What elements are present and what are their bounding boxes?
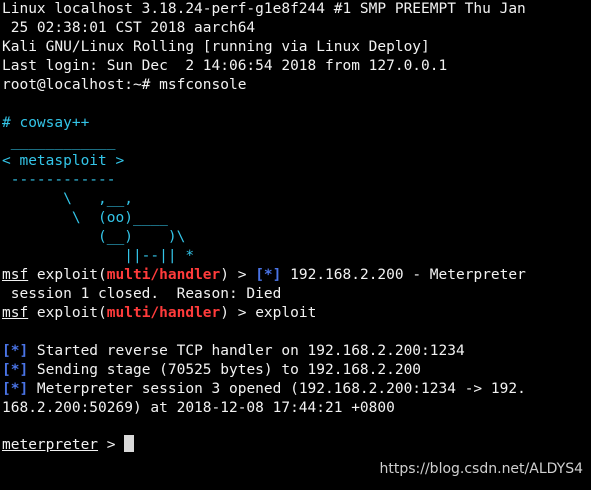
cowsay-line: ------------ — [2, 172, 116, 188]
terminal-command-line: root@localhost:~# msfconsole — [2, 77, 247, 93]
prompt-symbol: > — [98, 437, 125, 453]
cowsay-line: ____________ — [2, 134, 116, 150]
module-name: multi/handler — [106, 305, 221, 321]
output-text: Sending stage (70525 bytes) to 192.168.2… — [28, 362, 422, 378]
terminal-line: Kali GNU/Linux Rolling [running via Linu… — [2, 39, 430, 55]
status-marker: [*] — [2, 362, 29, 378]
prompt-arrow: ) > — [220, 267, 256, 283]
watermark: https://blog.csdn.net/ALDYS4 — [379, 461, 584, 477]
cowsay-line: \ (oo)____ — [2, 210, 168, 226]
exploit-label: exploit( — [28, 267, 107, 283]
cursor-block[interactable] — [124, 435, 135, 452]
meterpreter-label: meterpreter — [2, 437, 99, 453]
module-name: multi/handler — [106, 267, 221, 283]
status-marker: [*] — [2, 343, 29, 359]
cowsay-line: < metasploit > — [2, 153, 125, 169]
cowsay-line: ||--|| * — [2, 248, 195, 264]
cowsay-line: # cowsay++ — [2, 115, 90, 131]
terminal-line: session 1 closed. Reason: Died — [2, 286, 282, 302]
msf-label: msf — [2, 267, 29, 283]
output-line: [*] Meterpreter session 3 opened (192.16… — [2, 380, 526, 399]
output-line: 168.2.200:50269) at 2018-12-08 17:44:21 … — [2, 400, 395, 416]
msf-prompt-line: msf exploit(multi/handler) > exploit — [2, 304, 316, 323]
terminal-line: 25 02:38:01 CST 2018 aarch64 — [2, 20, 256, 36]
msf-label: msf — [2, 305, 29, 321]
cowsay-line: (__) )\ — [2, 229, 186, 245]
status-marker: [*] — [2, 381, 29, 397]
status-marker: [*] — [255, 267, 282, 283]
terminal-window[interactable]: Linux localhost 3.18.24-perf-g1e8f244 #1… — [0, 0, 591, 490]
output-line: [*] Started reverse TCP handler on 192.1… — [2, 342, 465, 361]
output-text: Meterpreter session 3 opened (192.168.2.… — [28, 381, 526, 397]
meterpreter-prompt-line[interactable]: meterpreter > — [2, 435, 135, 454]
exploit-label: exploit( — [28, 305, 107, 321]
terminal-line: Last login: Sun Dec 2 14:06:54 2018 from… — [2, 58, 448, 74]
output-line: [*] Sending stage (70525 bytes) to 192.1… — [2, 361, 421, 380]
cowsay-line: \ ,__, — [2, 191, 133, 207]
msf-prompt-line: msf exploit(multi/handler) > [*] 192.168… — [2, 266, 526, 285]
status-message: 192.168.2.200 - Meterpreter — [281, 267, 526, 283]
output-text: Started reverse TCP handler on 192.168.2… — [28, 343, 465, 359]
exploit-command: ) > exploit — [220, 305, 317, 321]
terminal-line: Linux localhost 3.18.24-perf-g1e8f244 #1… — [2, 1, 526, 17]
